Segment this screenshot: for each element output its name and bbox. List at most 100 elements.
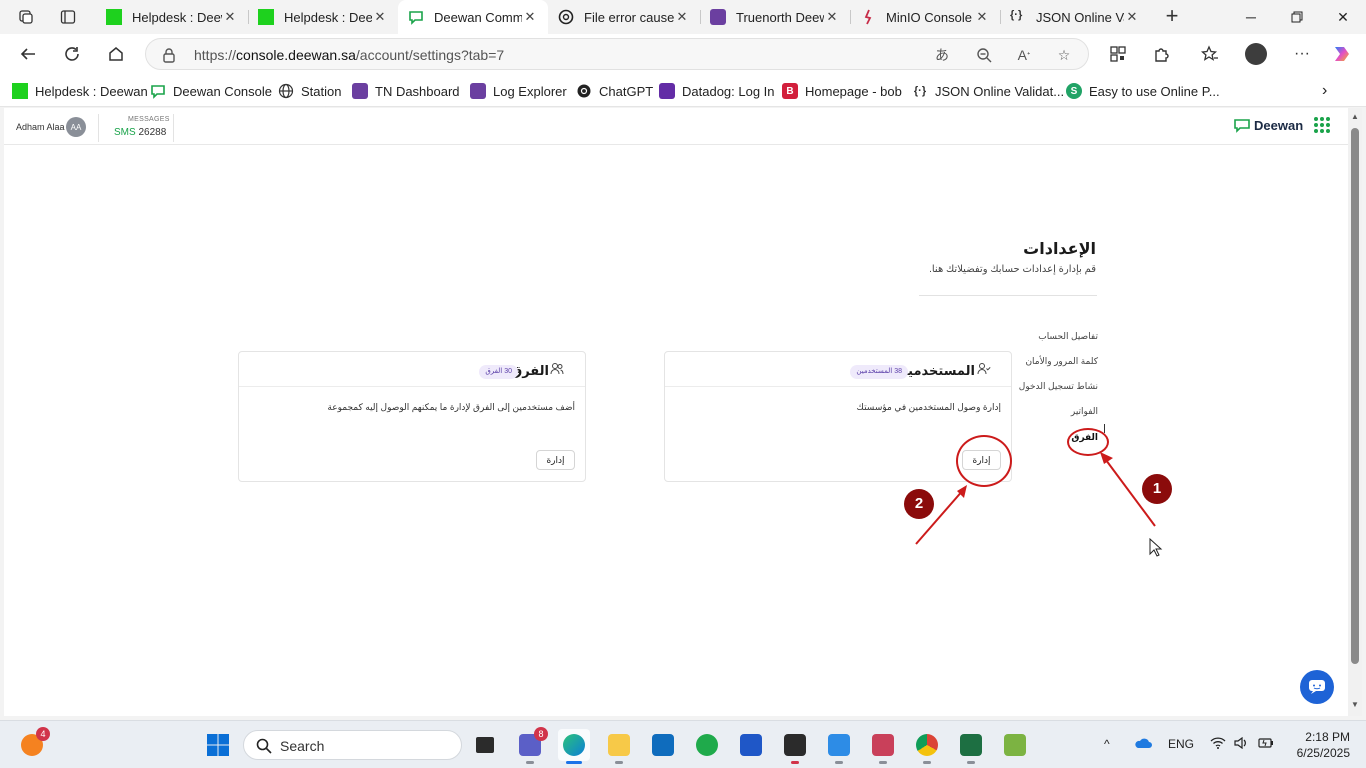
- bookmark-json-validator[interactable]: {·} JSON Online Validat...: [912, 81, 1064, 101]
- excel-icon[interactable]: [955, 729, 987, 764]
- file-explorer-icon[interactable]: [603, 729, 635, 764]
- teams-badge: 8: [534, 727, 548, 741]
- zoom-icon[interactable]: [973, 45, 995, 65]
- green-square-icon: [12, 83, 28, 99]
- outlook-icon[interactable]: [647, 729, 679, 761]
- widgets-icon[interactable]: 4: [16, 727, 50, 761]
- tab-title: Deewan Communications: [434, 9, 522, 25]
- more-options-icon[interactable]: ···: [1290, 43, 1314, 65]
- close-icon[interactable]: ✕: [974, 9, 990, 25]
- task-view-icon[interactable]: [469, 729, 501, 761]
- photos-icon[interactable]: [823, 729, 855, 764]
- favorites-icon[interactable]: [1198, 43, 1222, 65]
- tab-helpdesk-2[interactable]: Helpdesk : Deewan ✕: [248, 0, 398, 34]
- notepad-icon[interactable]: [999, 729, 1031, 761]
- green-square-icon: [258, 9, 274, 25]
- translate-icon[interactable]: あ: [931, 45, 953, 65]
- new-tab-button[interactable]: +: [1160, 5, 1184, 29]
- language-indicator[interactable]: ENG: [1168, 737, 1194, 751]
- datadog-icon: [659, 83, 675, 99]
- bookmark-datadog[interactable]: Datadog: Log In: [659, 81, 775, 101]
- chat-app-icon[interactable]: [691, 729, 723, 761]
- store-icon[interactable]: [735, 729, 767, 761]
- close-icon[interactable]: ✕: [372, 9, 388, 25]
- globe-icon: [278, 83, 294, 99]
- annotation-step-2: 2: [904, 489, 934, 519]
- start-button[interactable]: [202, 729, 234, 761]
- vertical-scrollbar[interactable]: ▲ ▼: [1348, 108, 1362, 716]
- refresh-button[interactable]: [57, 40, 87, 68]
- volume-icon[interactable]: [1234, 736, 1250, 752]
- tab-json[interactable]: {·} JSON Online Validator ✕: [1000, 0, 1150, 34]
- support-chat-button[interactable]: [1300, 670, 1334, 704]
- read-aloud-icon[interactable]: Aᐩ: [1013, 45, 1035, 65]
- close-icon[interactable]: ✕: [522, 9, 538, 25]
- chevron-right-icon[interactable]: ›: [1322, 81, 1327, 101]
- json-icon: {·}: [1010, 9, 1023, 21]
- s-icon: S: [1066, 83, 1082, 99]
- tab-title: MinIO Console: [886, 9, 972, 25]
- bookmark-chatgpt[interactable]: ChatGPT: [576, 81, 653, 101]
- bookmark-helpdesk[interactable]: Helpdesk : Deewan: [12, 81, 148, 101]
- bookmark-label: Datadog: Log In: [682, 83, 775, 99]
- bookmark-log-explorer[interactable]: Log Explorer: [470, 81, 567, 101]
- clock-date: 6/25/2025: [1296, 746, 1350, 760]
- close-icon[interactable]: ✕: [222, 9, 238, 25]
- favorite-star-icon[interactable]: ☆: [1053, 45, 1075, 65]
- tab-truenorth[interactable]: Truenorth Deewan ✕: [700, 0, 850, 34]
- teams-icon[interactable]: 8: [514, 727, 548, 764]
- tab-actions-icon[interactable]: [54, 4, 82, 30]
- tab-title: Truenorth Deewan: [736, 9, 824, 25]
- sticky-notes-icon[interactable]: [779, 729, 811, 764]
- home-button[interactable]: [101, 40, 131, 68]
- taskbar-search[interactable]: Search: [243, 730, 462, 760]
- minimize-button[interactable]: ─: [1228, 0, 1274, 34]
- tab-file-error[interactable]: File error cause ✕: [548, 0, 700, 34]
- close-icon[interactable]: ✕: [674, 9, 690, 25]
- bookmark-label: ChatGPT: [599, 83, 654, 99]
- tab-deewan-active[interactable]: Deewan Communications ✕: [398, 0, 548, 34]
- tab-minio[interactable]: MinIO Console ✕: [850, 0, 1000, 34]
- green-square-icon: [106, 9, 122, 25]
- tab-helpdesk-1[interactable]: Helpdesk : Deewan ✕: [96, 0, 248, 34]
- bookmark-tn-dashboard[interactable]: TN Dashboard: [352, 81, 460, 101]
- bookmark-label: Log Explorer: [493, 83, 567, 99]
- bookmark-deewan-console[interactable]: Deewan Console: [150, 81, 272, 101]
- close-icon[interactable]: ✕: [1124, 9, 1140, 25]
- chevron-up-icon[interactable]: ^: [1104, 737, 1110, 751]
- bookmark-easy-online[interactable]: S Easy to use Online P...: [1066, 81, 1220, 101]
- tab-title: Helpdesk : Deewan: [132, 9, 222, 25]
- scroll-down-icon[interactable]: ▼: [1350, 700, 1360, 710]
- deewan-chat-icon: [150, 83, 166, 99]
- bookmark-station[interactable]: Station: [278, 81, 341, 101]
- scroll-up-icon[interactable]: ▲: [1350, 112, 1360, 122]
- bookmark-homepage-bob[interactable]: B Homepage - bob: [782, 81, 902, 101]
- tab-title: File error cause: [584, 9, 674, 25]
- app-icon[interactable]: [867, 729, 899, 764]
- tab-title: JSON Online Validator: [1036, 9, 1124, 25]
- browser-tab-strip: Helpdesk : Deewan ✕ Helpdesk : Deewan ✕ …: [0, 0, 1366, 34]
- lock-icon[interactable]: [162, 47, 176, 68]
- mouse-cursor-icon: [1149, 537, 1163, 563]
- workspaces-icon[interactable]: [12, 4, 40, 30]
- system-clock[interactable]: 2:18 PM 6/25/2025: [1288, 729, 1350, 761]
- scrollbar-thumb[interactable]: [1351, 128, 1359, 664]
- onedrive-icon[interactable]: [1134, 737, 1152, 752]
- wifi-icon[interactable]: [1210, 737, 1226, 752]
- back-button[interactable]: [13, 40, 43, 68]
- bookmark-label: TN Dashboard: [375, 83, 460, 99]
- address-bar[interactable]: https://console.deewan.sa/account/settin…: [145, 38, 1089, 70]
- deewan-chat-icon: [408, 9, 424, 25]
- restore-button[interactable]: [1274, 0, 1320, 34]
- qr-code-icon[interactable]: [1106, 43, 1130, 65]
- copilot-icon[interactable]: [1330, 43, 1354, 65]
- url-text[interactable]: https://console.deewan.sa/account/settin…: [194, 47, 504, 63]
- chrome-icon[interactable]: [911, 729, 943, 764]
- edge-icon[interactable]: [558, 729, 590, 764]
- extensions-icon[interactable]: [1150, 43, 1174, 65]
- close-window-button[interactable]: ✕: [1320, 0, 1366, 34]
- profile-avatar[interactable]: [1244, 43, 1268, 65]
- close-icon[interactable]: ✕: [824, 9, 840, 25]
- tab-title: Helpdesk : Deewan: [284, 9, 372, 25]
- battery-icon[interactable]: [1258, 737, 1274, 752]
